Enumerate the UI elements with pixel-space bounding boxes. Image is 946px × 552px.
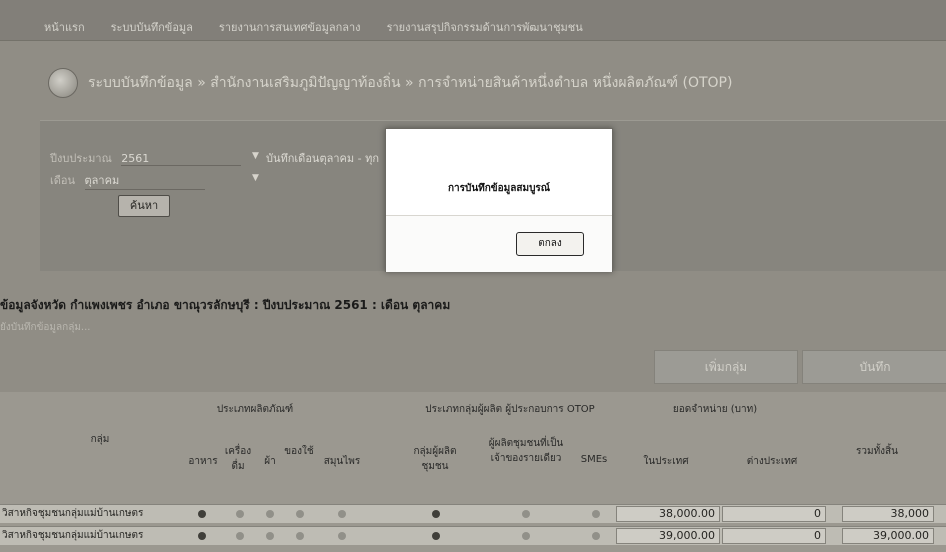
modal-backdrop bbox=[0, 0, 946, 552]
ok-button[interactable]: ตกลง bbox=[516, 232, 584, 256]
alert-dialog: การบันทึกข้อมูลสมบูรณ์ ตกลง bbox=[385, 128, 613, 272]
dialog-message: การบันทึกข้อมูลสมบูรณ์ bbox=[447, 183, 551, 194]
dialog-footer: ตกลง bbox=[386, 215, 612, 272]
